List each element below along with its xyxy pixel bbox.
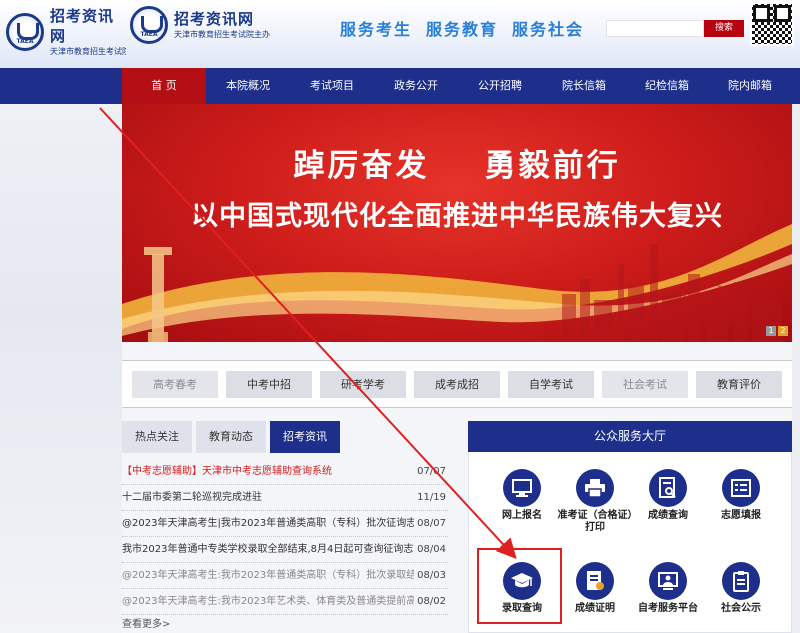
slogan-3: 服务社会 xyxy=(512,20,585,39)
service-label: 准考证（合格证）打印 xyxy=(557,510,633,533)
certificate-icon xyxy=(576,562,614,600)
service-application-filling[interactable]: 志愿填报 xyxy=(703,469,779,522)
news-title[interactable]: @2023年天津高考生:我市2023年普通类高职（专科）批次录取结... xyxy=(122,563,414,588)
qr-code-icon xyxy=(750,2,794,46)
site-logo-left[interactable]: TAEA 招考资讯网 天津市教育招生考试院主办 xyxy=(6,6,126,58)
clipboard-icon xyxy=(722,562,760,600)
view-more-link[interactable]: 查看更多> xyxy=(122,615,170,630)
emblem-icon: TAEA xyxy=(130,6,168,44)
slogan-1: 服务考生 xyxy=(340,20,413,39)
service-label: 成绩证明 xyxy=(575,603,615,614)
news-title[interactable]: 【中考志愿辅助】天津市中考志愿辅助查询系统 xyxy=(122,459,414,484)
search-button[interactable]: 搜索 xyxy=(704,20,744,37)
exam-category-bar: 高考春考 中考中招 研考学考 成考成招 自学考试 社会考试 教育评价 xyxy=(122,360,792,408)
logo-subtitle-left: 天津市教育招生考试院主办 xyxy=(50,47,126,56)
nav-item-recruitment[interactable]: 公开招聘 xyxy=(458,68,542,104)
news-list: 【中考志愿辅助】天津市中考志愿辅助查询系统 07/07 十二届市委第二轮巡视完成进… xyxy=(122,459,448,615)
news-date: 08/02 xyxy=(417,596,446,607)
service-score-certificate[interactable]: 成绩证明 xyxy=(557,562,633,615)
news-title[interactable]: @2023年天津高考生|我市2023年普通类高职（专科）批次征询志... xyxy=(122,511,414,536)
service-public-notice[interactable]: 社会公示 xyxy=(703,562,779,615)
category-gaokao[interactable]: 高考春考 xyxy=(132,371,218,398)
page-background-right xyxy=(792,104,800,633)
nav-item-internal-mail[interactable]: 院内邮箱 xyxy=(708,68,792,104)
site-header: TAEA 招考资讯网 天津市教育招生考试院主办 TAEA 招考资讯网 天津市教育… xyxy=(0,0,800,68)
logo-title-left: 招考资讯网 xyxy=(50,7,115,45)
service-label: 成绩查询 xyxy=(648,510,688,521)
category-evaluation[interactable]: 教育评价 xyxy=(696,371,782,398)
category-graduate[interactable]: 研考学考 xyxy=(320,371,406,398)
tab-hot-topics[interactable]: 热点关注 xyxy=(122,421,192,453)
banner-subheadline: 以中国式现代化全面推进中华民族伟大复兴 xyxy=(191,201,723,232)
nav-item-exams[interactable]: 考试项目 xyxy=(290,68,374,104)
news-date: 08/07 xyxy=(417,518,446,529)
nav-item-government[interactable]: 政务公开 xyxy=(374,68,458,104)
news-date: 11/19 xyxy=(417,492,446,503)
logo-subtitle: 天津市教育招生考试院主办 xyxy=(174,30,270,39)
header-slogan: 服务考生 服务教育 服务社会 xyxy=(340,16,598,40)
logo-text: 招考资讯网 天津市教育招生考试院主办 xyxy=(174,9,270,41)
banner-pager: 1 2 xyxy=(766,326,788,336)
hero-banner[interactable]: 踔厉奋发 勇毅前行 以中国式现代化全面推进中华民族伟大复兴 1 2 xyxy=(122,104,792,342)
tab-education-news[interactable]: 教育动态 xyxy=(196,421,266,453)
service-score-query[interactable]: 成绩查询 xyxy=(630,469,706,522)
news-row[interactable]: 我市2023年普通中专类学校录取全部结束,8月4日起可查询征询志... 08/04 xyxy=(122,537,448,563)
tab-exam-info[interactable]: 招考资讯 xyxy=(270,421,340,453)
news-row[interactable]: @2023年天津高考生:我市2023年艺术类、体育类及普通类提前高... 08/0… xyxy=(122,589,448,615)
logo-text-left: 招考资讯网 天津市教育招生考试院主办 xyxy=(50,6,126,58)
news-row[interactable]: @2023年天津高考生|我市2023年普通类高职（专科）批次征询志... 08/0… xyxy=(122,511,448,537)
service-hall-title: 公众服务大厅 xyxy=(468,421,792,452)
slogan-2: 服务教育 xyxy=(426,20,499,39)
monitor-user-icon xyxy=(649,562,687,600)
category-zhongkao[interactable]: 中考中招 xyxy=(226,371,312,398)
nav-item-about[interactable]: 本院概况 xyxy=(206,68,290,104)
category-self-study[interactable]: 自学考试 xyxy=(508,371,594,398)
news-title[interactable]: 十二届市委第二轮巡视完成进驻 xyxy=(122,485,414,510)
service-self-study-platform[interactable]: 自考服务平台 xyxy=(630,562,706,615)
news-date: 07/07 xyxy=(417,466,446,477)
news-panel: 热点关注 教育动态 招考资讯 【中考志愿辅助】天津市中考志愿辅助查询系统 07/0… xyxy=(122,421,448,633)
nav-item-home[interactable]: 首 页 xyxy=(122,68,206,104)
emblem-text: TAEA xyxy=(140,31,158,38)
news-date: 08/03 xyxy=(417,570,446,581)
annotation-highlight-box xyxy=(477,548,562,624)
computer-icon xyxy=(503,469,541,507)
printer-icon xyxy=(576,469,614,507)
emblem-text: TAEA xyxy=(16,38,34,45)
news-row[interactable]: @2023年天津高考生:我市2023年普通类高职（专科）批次录取结... 08/0… xyxy=(122,563,448,589)
news-tabs: 热点关注 教育动态 招考资讯 xyxy=(122,421,448,453)
banner-page-2[interactable]: 2 xyxy=(778,326,788,336)
category-social[interactable]: 社会考试 xyxy=(602,371,688,398)
news-row[interactable]: 十二届市委第二轮巡视完成进驻 11/19 xyxy=(122,485,448,511)
news-title[interactable]: @2023年天津高考生:我市2023年艺术类、体育类及普通类提前高... xyxy=(122,589,414,614)
nav-item-discipline-mailbox[interactable]: 纪检信箱 xyxy=(626,68,708,104)
news-title[interactable]: 我市2023年普通中专类学校录取全部结束,8月4日起可查询征询志... xyxy=(122,537,414,562)
banner-headline: 踔厉奋发 勇毅前行 xyxy=(293,148,621,184)
service-online-registration[interactable]: 网上报名 xyxy=(484,469,560,522)
service-admission-ticket-print[interactable]: 准考证（合格证）打印 xyxy=(557,469,633,534)
nav-item-president-mailbox[interactable]: 院长信箱 xyxy=(542,68,626,104)
form-icon xyxy=(722,469,760,507)
service-label: 网上报名 xyxy=(502,510,542,521)
page-background-left xyxy=(0,104,122,633)
news-row[interactable]: 【中考志愿辅助】天津市中考志愿辅助查询系统 07/07 xyxy=(122,459,448,485)
news-date: 08/04 xyxy=(417,544,446,555)
search-input[interactable] xyxy=(606,20,704,37)
service-label: 志愿填报 xyxy=(721,510,761,521)
service-label: 自考服务平台 xyxy=(638,603,698,614)
main-nav: 首 页 本院概况 考试项目 政务公开 公开招聘 院长信箱 纪检信箱 院内邮箱 xyxy=(0,68,800,104)
banner-page-1[interactable]: 1 xyxy=(766,326,776,336)
emblem-icon: TAEA xyxy=(6,13,44,51)
logo-title: 招考资讯网 xyxy=(174,10,255,28)
category-adult[interactable]: 成考成招 xyxy=(414,371,500,398)
site-logo[interactable]: TAEA 招考资讯网 天津市教育招生考试院主办 xyxy=(130,6,270,44)
document-search-icon xyxy=(649,469,687,507)
service-label: 社会公示 xyxy=(721,603,761,614)
